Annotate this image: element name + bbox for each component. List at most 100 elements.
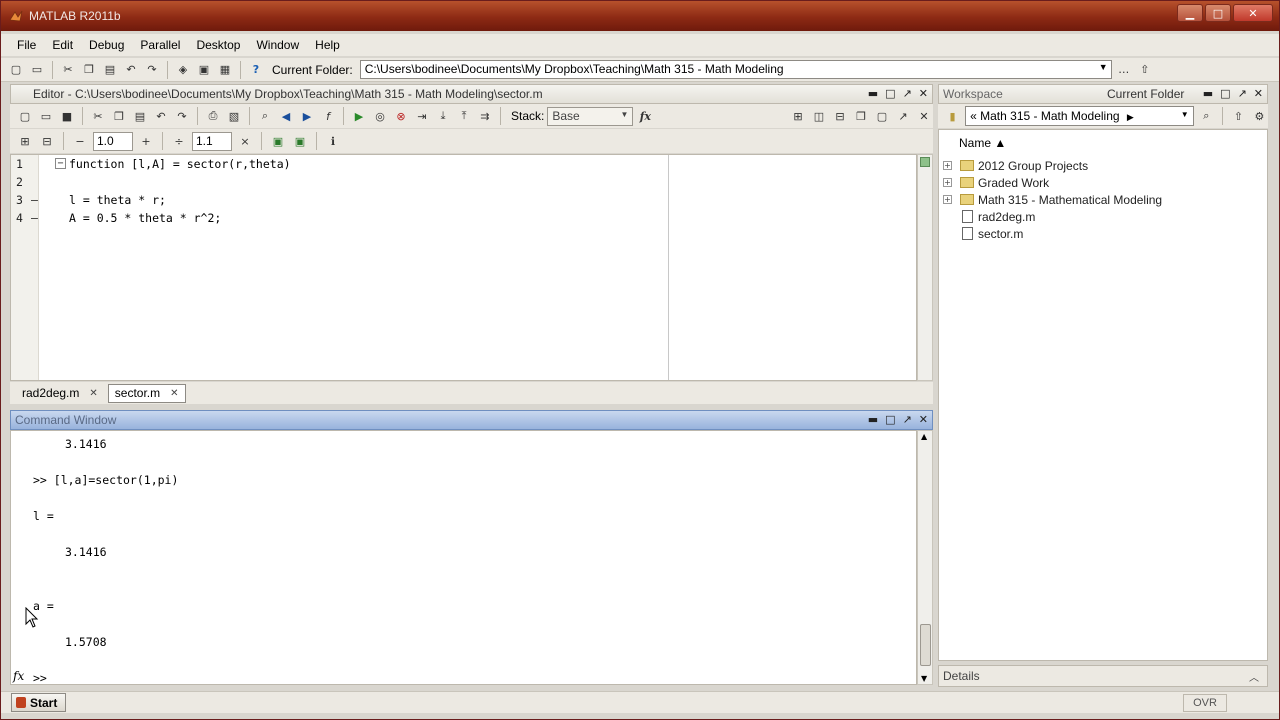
tab-rad2deg[interactable]: rad2deg.m ✕ bbox=[16, 384, 104, 403]
clear-breakpoints-icon[interactable]: ⊗ bbox=[392, 107, 410, 125]
new-file-icon[interactable]: ▢ bbox=[16, 107, 34, 125]
tab-current-folder[interactable]: Current Folder bbox=[1107, 87, 1184, 101]
chevron-right-icon[interactable]: ▶ bbox=[1127, 112, 1134, 122]
code-line[interactable]: 3 – l = theta * r; bbox=[11, 191, 916, 209]
up-folder-icon[interactable]: ⇧ bbox=[1136, 61, 1154, 79]
expand-icon[interactable]: + bbox=[943, 178, 952, 187]
list-item[interactable]: + Graded Work bbox=[943, 174, 1049, 191]
expand-icon[interactable]: + bbox=[943, 195, 952, 204]
up-folder-icon[interactable]: ⇧ bbox=[1230, 107, 1247, 125]
redo-icon[interactable]: ↷ bbox=[143, 61, 161, 79]
chevron-down-icon[interactable]: ▼ bbox=[1181, 110, 1189, 119]
float-icon[interactable]: ❐ bbox=[852, 107, 870, 125]
undo-icon[interactable]: ↶ bbox=[122, 61, 140, 79]
close-button[interactable]: ✕ bbox=[1233, 4, 1273, 22]
code-line[interactable]: 4 – A = 0.5 * theta * r^2; bbox=[11, 209, 916, 227]
insert-cell-icon[interactable]: ⊞ bbox=[16, 132, 34, 150]
cell-value-input-1[interactable] bbox=[93, 131, 133, 151]
code-line[interactable]: 1 − function [l,A] = sector(r,theta) bbox=[11, 155, 916, 173]
open-folder-icon[interactable]: ▭ bbox=[37, 107, 55, 125]
browse-folder-icon[interactable]: … bbox=[1115, 61, 1133, 79]
divide-button[interactable]: ÷ bbox=[170, 132, 188, 150]
undock-icon[interactable]: ↗ bbox=[903, 87, 912, 100]
undock-icon[interactable]: ↗ bbox=[894, 107, 912, 125]
command-window[interactable]: 3.1416 >> [l,a]=sector(1,pi) l = 3.1416 … bbox=[10, 430, 917, 685]
maximize-panel-icon[interactable]: □ bbox=[885, 413, 895, 426]
eval-cell-icon[interactable]: ▣ bbox=[269, 132, 287, 150]
menu-desktop[interactable]: Desktop bbox=[188, 38, 248, 52]
minimize-button[interactable]: ▁ bbox=[1177, 4, 1203, 22]
close-panel-icon[interactable]: ✕ bbox=[919, 87, 928, 100]
breakpoint-dash[interactable]: – bbox=[31, 191, 38, 209]
step-icon[interactable]: ⇥ bbox=[413, 107, 431, 125]
close-doc-icon[interactable]: ✕ bbox=[915, 107, 933, 125]
scroll-down-icon[interactable]: ▼ bbox=[921, 674, 927, 683]
menu-window[interactable]: Window bbox=[248, 38, 307, 52]
function-icon[interactable]: fx bbox=[636, 107, 654, 125]
forward-arrow-icon[interactable]: ▶ bbox=[298, 107, 316, 125]
function-browser-icon[interactable]: fx bbox=[13, 669, 24, 683]
redo-icon[interactable]: ↷ bbox=[173, 107, 191, 125]
publish-icon[interactable]: ▧ bbox=[225, 107, 243, 125]
multiply-button[interactable]: × bbox=[236, 132, 254, 150]
back-arrow-icon[interactable]: ◀ bbox=[277, 107, 295, 125]
close-tab-icon[interactable]: ✕ bbox=[89, 388, 97, 399]
cell-eval-icon[interactable]: ⊟ bbox=[38, 132, 56, 150]
list-item[interactable]: sector.m bbox=[943, 225, 1023, 242]
tab-workspace[interactable]: Workspace bbox=[943, 87, 1003, 101]
editor-scrollbar[interactable] bbox=[917, 154, 933, 381]
step-in-icon[interactable]: ⤓ bbox=[434, 107, 452, 125]
cell-value-input-2[interactable] bbox=[192, 131, 232, 151]
undock-icon[interactable]: ↗ bbox=[903, 413, 912, 426]
start-button[interactable]: Start bbox=[11, 693, 67, 712]
copy-icon[interactable]: ❐ bbox=[80, 61, 98, 79]
chevron-down-icon[interactable]: ▼ bbox=[1099, 62, 1108, 72]
list-item[interactable]: + Math 315 - Mathematical Modeling bbox=[943, 191, 1162, 208]
search-icon[interactable]: ⌕ bbox=[1198, 107, 1215, 125]
code-editor[interactable]: 1 − function [l,A] = sector(r,theta) 2 3… bbox=[10, 154, 917, 381]
undo-icon[interactable]: ↶ bbox=[152, 107, 170, 125]
open-folder-icon[interactable]: ▭ bbox=[28, 61, 46, 79]
menu-file[interactable]: File bbox=[9, 38, 44, 52]
maximize-panel-icon[interactable]: □ bbox=[885, 87, 895, 100]
copy-icon[interactable]: ❐ bbox=[110, 107, 128, 125]
guide-icon[interactable]: ▣ bbox=[195, 61, 213, 79]
continue-icon[interactable]: ⇉ bbox=[476, 107, 494, 125]
menu-debug[interactable]: Debug bbox=[81, 38, 132, 52]
profiler-icon[interactable]: ▦ bbox=[216, 61, 234, 79]
stack-select[interactable]: Base ▼ bbox=[547, 106, 634, 126]
set-breakpoint-icon[interactable]: ◎ bbox=[371, 107, 389, 125]
cut-icon[interactable]: ✂ bbox=[59, 61, 77, 79]
maximize-button[interactable]: □ bbox=[1205, 4, 1231, 22]
command-prompt[interactable]: >> bbox=[33, 671, 47, 685]
code-analyzer-indicator-icon[interactable] bbox=[920, 157, 930, 167]
name-column-header[interactable]: Name ▲ bbox=[959, 136, 1006, 150]
help-icon[interactable]: ? bbox=[247, 61, 265, 79]
scroll-up-icon[interactable]: ▲ bbox=[921, 432, 927, 441]
function-browser-icon[interactable]: f bbox=[319, 107, 337, 125]
print-icon[interactable]: ⎙ bbox=[204, 107, 222, 125]
split-vertical-icon[interactable]: ◫ bbox=[810, 107, 828, 125]
find-icon[interactable]: ⌕ bbox=[256, 107, 274, 125]
paste-icon[interactable]: ▤ bbox=[101, 61, 119, 79]
close-panel-icon[interactable]: ✕ bbox=[919, 413, 928, 426]
menu-help[interactable]: Help bbox=[307, 38, 348, 52]
fold-toggle-icon[interactable]: − bbox=[55, 158, 66, 169]
split-horizontal-icon[interactable]: ⊟ bbox=[831, 107, 849, 125]
info-icon[interactable]: ℹ bbox=[324, 132, 342, 150]
close-panel-icon[interactable]: ✕ bbox=[1254, 87, 1263, 100]
tile-grid-icon[interactable]: ⊞ bbox=[789, 107, 807, 125]
tab-sector[interactable]: sector.m ✕ bbox=[107, 383, 186, 403]
step-out-icon[interactable]: ⤒ bbox=[455, 107, 473, 125]
chevron-up-icon[interactable]: ︿ bbox=[1249, 669, 1259, 684]
undock-icon[interactable]: ↗ bbox=[1238, 87, 1247, 100]
minimize-panel-icon[interactable]: ▬ bbox=[868, 87, 878, 100]
breakpoint-dash[interactable]: – bbox=[31, 209, 38, 227]
maximize-doc-icon[interactable]: ▢ bbox=[873, 107, 891, 125]
close-tab-icon[interactable]: ✕ bbox=[170, 388, 178, 399]
menu-edit[interactable]: Edit bbox=[44, 38, 81, 52]
list-item[interactable]: rad2deg.m bbox=[943, 208, 1035, 225]
command-scrollbar[interactable]: ▲ ▼ bbox=[917, 430, 933, 685]
increment-button[interactable]: + bbox=[137, 132, 155, 150]
decrement-button[interactable]: − bbox=[71, 132, 89, 150]
